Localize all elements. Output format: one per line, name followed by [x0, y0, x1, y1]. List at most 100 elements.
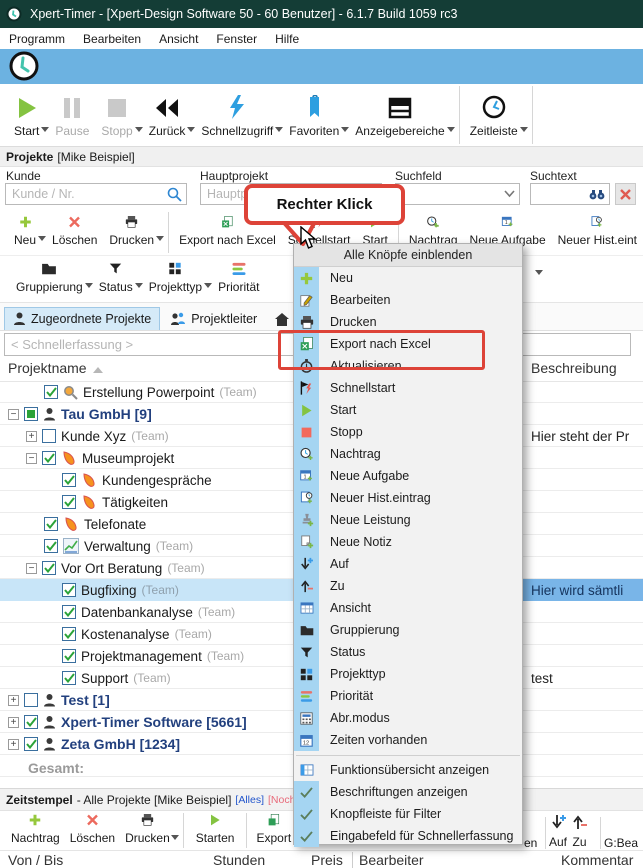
- prioritaet-button[interactable]: Priorität: [212, 256, 265, 302]
- ctx-eingabefeld[interactable]: Eingabefeld für Schnellerfassung: [294, 825, 522, 847]
- menu-fenster[interactable]: Fenster: [207, 29, 266, 49]
- ctx-stopp[interactable]: Stopp: [294, 421, 522, 443]
- drucken-dropdown-arrow[interactable]: [156, 236, 164, 241]
- ctx-bearbeiten[interactable]: Bearbeiten: [294, 289, 522, 311]
- pause-button[interactable]: Pause: [49, 84, 95, 146]
- checkbox-partial[interactable]: [24, 407, 38, 421]
- neu-button[interactable]: Neu: [8, 210, 42, 255]
- ctx-abrmodus[interactable]: Abr.modus: [294, 707, 522, 729]
- ctx-gruppierung[interactable]: Gruppierung: [294, 619, 522, 641]
- ctx-auf[interactable]: Auf: [294, 553, 522, 575]
- checkbox-checked[interactable]: [62, 583, 76, 597]
- column-beschreibung[interactable]: Beschreibung: [531, 360, 617, 376]
- ctx-neue-leistung[interactable]: Neue Leistung: [294, 509, 522, 531]
- drucken-button[interactable]: Drucken: [103, 210, 160, 255]
- schnellzugriff-dropdown-arrow[interactable]: [275, 127, 283, 132]
- expand-icon[interactable]: +: [8, 695, 19, 706]
- status-button[interactable]: Status: [93, 256, 139, 302]
- ctx-zu[interactable]: Zu: [294, 575, 522, 597]
- menu-programm[interactable]: Programm: [0, 29, 74, 49]
- hidden-button-dropdown-arrow[interactable]: [535, 270, 543, 275]
- ctx-start[interactable]: Start: [294, 399, 522, 421]
- column-von-bis[interactable]: Von / Bis: [8, 852, 63, 868]
- checkbox-checked[interactable]: [24, 715, 38, 729]
- checkbox-checked[interactable]: [62, 649, 76, 663]
- checkbox-unchecked[interactable]: [24, 693, 38, 707]
- ts-loeschen-button[interactable]: Löschen: [65, 811, 120, 850]
- checkbox-checked[interactable]: [42, 451, 56, 465]
- search-icon[interactable]: [167, 187, 182, 202]
- zurueck-button[interactable]: Zurück: [143, 84, 192, 146]
- ctx-schnellstart[interactable]: Schnellstart: [294, 377, 522, 399]
- suchtext-field[interactable]: [530, 183, 610, 205]
- projekttyp-dropdown-arrow[interactable]: [204, 283, 212, 288]
- gruppierung-button[interactable]: Gruppierung: [10, 256, 89, 302]
- ctx-status[interactable]: Status: [294, 641, 522, 663]
- ts-auf-button[interactable]: Auf: [546, 811, 570, 854]
- filter-badge-alles[interactable]: [Alles]: [235, 794, 264, 806]
- checkbox-checked[interactable]: [44, 517, 58, 531]
- zeitleiste-button[interactable]: Zeitleiste: [464, 84, 524, 146]
- favoriten-dropdown-arrow[interactable]: [341, 127, 349, 132]
- start-dropdown-arrow[interactable]: [41, 127, 49, 132]
- ts-drucken-button[interactable]: Drucken: [120, 811, 175, 850]
- neu-dropdown-arrow[interactable]: [38, 236, 46, 241]
- tab-zugeordnete-projekte[interactable]: Zugeordnete Projekte: [4, 307, 160, 330]
- collapse-icon[interactable]: −: [26, 563, 37, 574]
- ts-gbea-label[interactable]: G:Bea: [604, 836, 638, 850]
- anzeigebereiche-dropdown-arrow[interactable]: [447, 127, 455, 132]
- favoriten-button[interactable]: Favoriten: [283, 84, 345, 146]
- ctx-beschriftungen[interactable]: Beschriftungen anzeigen: [294, 781, 522, 803]
- checkbox-checked[interactable]: [62, 605, 76, 619]
- tab-projektleiter[interactable]: Projektleiter: [162, 308, 265, 330]
- column-stunden[interactable]: Stunden: [213, 852, 265, 868]
- collapse-icon[interactable]: −: [26, 453, 37, 464]
- checkbox-checked[interactable]: [62, 671, 76, 685]
- expand-icon[interactable]: +: [26, 431, 37, 442]
- ts-nachtrag-button[interactable]: Nachtrag: [6, 811, 65, 850]
- menu-bearbeiten[interactable]: Bearbeiten: [74, 29, 150, 49]
- checkbox-checked[interactable]: [42, 561, 56, 575]
- stopp-button[interactable]: Stopp: [95, 84, 138, 146]
- menu-hilfe[interactable]: Hilfe: [266, 29, 308, 49]
- ctx-knopfleiste[interactable]: Knopfleiste für Filter: [294, 803, 522, 825]
- checkbox-checked[interactable]: [44, 539, 58, 553]
- column-preis[interactable]: Preis: [311, 852, 343, 868]
- collapse-icon[interactable]: −: [8, 409, 19, 420]
- status-dropdown-arrow[interactable]: [135, 283, 143, 288]
- ts-starten-button[interactable]: Starten: [188, 811, 243, 850]
- checkbox-unchecked[interactable]: [42, 429, 56, 443]
- column-projektname[interactable]: Projektname: [8, 360, 103, 376]
- kunde-search-field[interactable]: [5, 183, 187, 205]
- start-button[interactable]: Start: [8, 84, 45, 146]
- ctx-neue-aufgabe[interactable]: 1Neue Aufgabe: [294, 465, 522, 487]
- column-kommentar[interactable]: Kommentar: [561, 852, 633, 868]
- schnellzugriff-button[interactable]: Schnellzugriff: [195, 84, 279, 146]
- checkbox-checked[interactable]: [44, 385, 58, 399]
- expand-icon[interactable]: +: [8, 717, 19, 728]
- ts-export-button[interactable]: Export: [251, 811, 296, 850]
- ctx-neu[interactable]: Neu: [294, 267, 522, 289]
- ts-zu-button[interactable]: Zu: [569, 811, 590, 854]
- zeitleiste-dropdown-arrow[interactable]: [520, 127, 528, 132]
- ctx-funktionsuebersicht[interactable]: Funktionsübersicht anzeigen: [294, 759, 522, 781]
- stopp-dropdown-arrow[interactable]: [135, 127, 143, 132]
- menu-ansicht[interactable]: Ansicht: [150, 29, 207, 49]
- ctx-zeiten-vorhanden[interactable]: 12Zeiten vorhanden: [294, 729, 522, 751]
- ctx-ansicht[interactable]: Ansicht: [294, 597, 522, 619]
- neuer-hist-button[interactable]: Neuer Hist.eint: [552, 210, 643, 255]
- gruppierung-dropdown-arrow[interactable]: [85, 283, 93, 288]
- column-bearbeiter[interactable]: Bearbeiter: [352, 852, 424, 868]
- ctx-projekttyp[interactable]: Projekttyp: [294, 663, 522, 685]
- projekttyp-button[interactable]: Projekttyp: [143, 256, 208, 302]
- checkbox-checked[interactable]: [24, 737, 38, 751]
- suchtext-input[interactable]: [535, 186, 589, 202]
- ctx-neuer-hist[interactable]: Neuer Hist.eintrag: [294, 487, 522, 509]
- ctx-prioritaet[interactable]: Priorität: [294, 685, 522, 707]
- checkbox-checked[interactable]: [62, 473, 76, 487]
- checkbox-checked[interactable]: [62, 495, 76, 509]
- ctx-nachtrag[interactable]: Nachtrag: [294, 443, 522, 465]
- ctx-neue-notiz[interactable]: Neue Notiz: [294, 531, 522, 553]
- filter-badge-noch[interactable]: [Noch: [268, 794, 295, 806]
- anzeigebereiche-button[interactable]: Anzeigebereiche: [349, 84, 450, 146]
